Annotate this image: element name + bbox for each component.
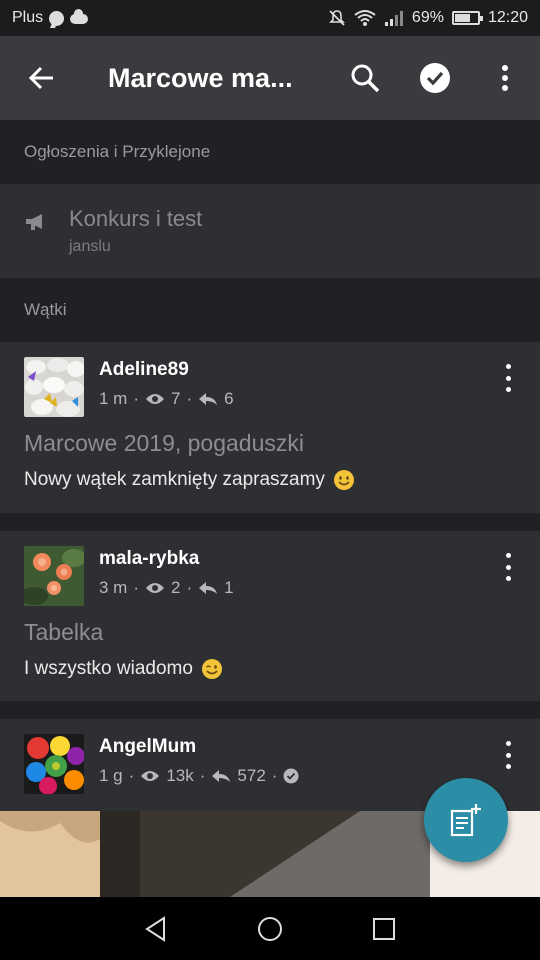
pinned-topic[interactable]: Konkurs i test janslu <box>0 184 540 278</box>
reply-icon <box>199 393 218 405</box>
smiling-face-icon <box>333 470 354 490</box>
thread-excerpt: I wszystko wiadomo <box>24 658 223 680</box>
mute-icon <box>328 10 345 26</box>
thread-views: 2 <box>171 578 181 597</box>
separator: · <box>271 766 278 785</box>
nav-home-icon[interactable] <box>257 916 283 942</box>
separator: · <box>199 766 206 785</box>
thread-views: 13k <box>166 766 194 785</box>
chat-notification-icon <box>49 10 65 26</box>
thread-stats: 1 m · 7 · 6 <box>99 389 234 409</box>
check-badge-icon <box>283 768 299 784</box>
separator: · <box>186 389 193 408</box>
winking-face-icon <box>201 659 222 679</box>
avatar[interactable] <box>24 357 84 417</box>
more-vert-icon <box>502 65 508 91</box>
new-post-icon <box>450 804 481 837</box>
new-topic-button[interactable] <box>424 778 508 862</box>
back-arrow-icon <box>28 66 53 90</box>
thread-card[interactable]: Adeline89 1 m · 7 · 6 Marcowe 2019, poga… <box>0 342 540 513</box>
thread-time: 3 m <box>99 578 128 597</box>
page-title: Marcowe ma... <box>108 62 293 93</box>
pinned-title: Konkurs i test <box>69 206 203 231</box>
reply-icon <box>199 582 218 594</box>
megaphone-icon <box>26 214 42 230</box>
thread-menu-button[interactable] <box>496 364 520 392</box>
eye-icon <box>146 583 165 593</box>
thread-replies: 572 <box>237 766 266 785</box>
thread-time: 1 m <box>99 389 128 408</box>
mark-read-button[interactable] <box>400 36 470 120</box>
app-bar: Marcowe ma... <box>0 36 540 120</box>
nav-back-icon[interactable] <box>144 915 168 942</box>
separator: · <box>133 389 140 408</box>
thread-stats: 1 g · 13k · 572 · <box>99 766 299 786</box>
thread-title[interactable]: Marcowe 2019, pogaduszki <box>24 430 304 457</box>
avatar[interactable] <box>24 734 84 794</box>
eye-icon <box>146 394 165 404</box>
thread-author[interactable]: mala-rybka <box>99 548 234 570</box>
system-nav-bar <box>0 897 540 960</box>
thread-menu-button[interactable] <box>496 741 520 769</box>
reply-icon <box>212 770 231 782</box>
thread-excerpt: Nowy wątek zamknięty zapraszamy <box>24 469 355 491</box>
cloud-icon <box>70 9 89 24</box>
thread-time: 1 g <box>99 766 123 785</box>
overflow-menu-button[interactable] <box>470 36 540 120</box>
section-header-pinned: Ogłoszenia i Przyklejone <box>0 120 540 184</box>
thread-views: 7 <box>171 389 181 408</box>
separator: · <box>133 578 140 597</box>
signal-icon <box>384 11 403 26</box>
battery-percent: 69% <box>411 9 444 26</box>
thread-stats: 3 m · 2 · 1 <box>99 578 234 598</box>
avatar[interactable] <box>24 546 84 606</box>
eye-icon <box>141 771 160 781</box>
check-circle-icon <box>420 63 450 93</box>
separator: · <box>128 766 135 785</box>
search-button[interactable] <box>330 36 400 120</box>
section-header-threads: Wątki <box>0 278 540 342</box>
separator: · <box>186 578 193 597</box>
carrier-label: Plus <box>12 9 44 26</box>
wifi-icon <box>354 10 376 26</box>
thread-replies: 1 <box>224 578 234 597</box>
pinned-author: janslu <box>69 238 111 255</box>
thread-excerpt-text: I wszystko wiadomo <box>24 658 193 679</box>
clock: 12:20 <box>487 9 528 26</box>
thread-author[interactable]: AngelMum <box>99 736 299 758</box>
thread-author[interactable]: Adeline89 <box>99 359 234 381</box>
search-icon <box>351 64 380 93</box>
thread-card[interactable]: mala-rybka 3 m · 2 · 1 Tabelka I wszystk… <box>0 531 540 701</box>
battery-icon <box>451 11 483 25</box>
back-button[interactable] <box>0 36 84 120</box>
status-bar: Plus 69% 12:20 <box>0 0 540 36</box>
thread-title[interactable]: Tabelka <box>24 619 103 646</box>
thread-excerpt-text: Nowy wątek zamknięty zapraszamy <box>24 469 325 490</box>
nav-recents-icon[interactable] <box>372 917 396 941</box>
thread-menu-button[interactable] <box>496 553 520 581</box>
thread-replies: 6 <box>224 389 234 408</box>
